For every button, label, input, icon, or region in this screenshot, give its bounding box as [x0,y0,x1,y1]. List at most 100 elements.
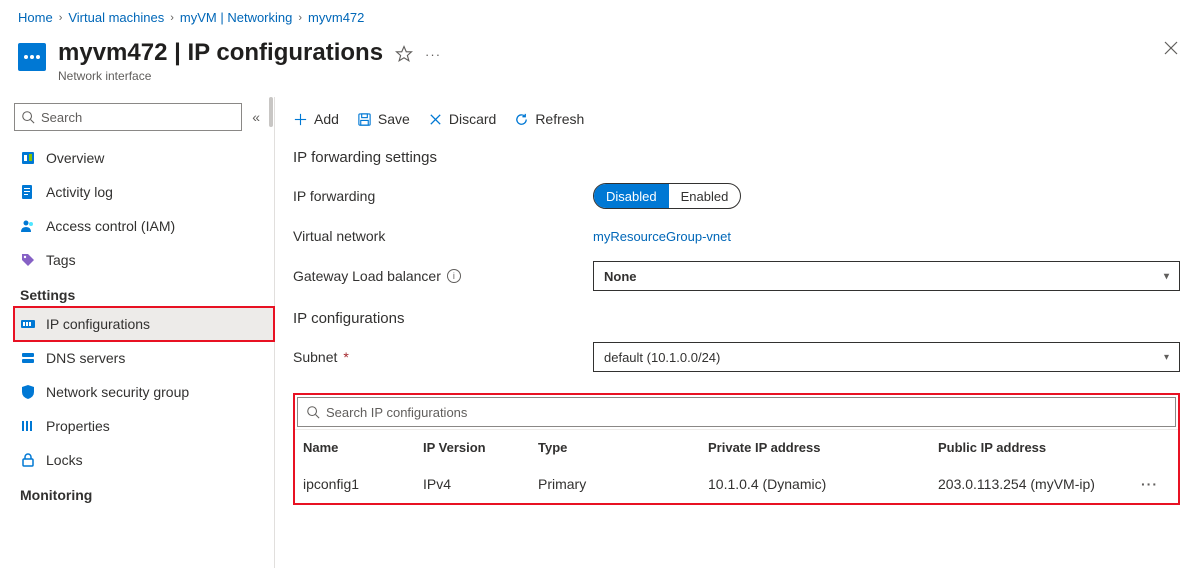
label-text: Gateway Load balancer [293,268,441,284]
breadcrumb-networking[interactable]: myVM | Networking [180,10,292,25]
required-indicator: * [343,349,348,365]
plus-icon [293,112,308,127]
ip-forwarding-toggle[interactable]: Disabled Enabled [593,183,741,209]
th-name[interactable]: Name [303,440,423,455]
lock-icon [20,452,36,468]
sidebar-item-ip-configurations[interactable]: IP configurations [14,307,274,341]
sidebar-item-label: Overview [46,150,104,166]
sidebar-section-settings: Settings [14,277,274,307]
sidebar: Search « Overview Activity log Access co… [0,97,275,568]
button-label: Add [314,111,339,127]
th-public-ip[interactable]: Public IP address [938,440,1118,455]
sidebar-scrollbar[interactable] [268,97,274,568]
sidebar-section-monitoring: Monitoring [14,477,274,507]
cell-type: Primary [538,476,708,492]
cell-ip-version: IPv4 [423,476,538,492]
section-ip-forwarding: IP forwarding settings [293,149,1180,166]
th-private-ip[interactable]: Private IP address [708,440,938,455]
chevron-right-icon: › [59,12,63,24]
discard-icon [428,112,443,127]
sidebar-item-activity-log[interactable]: Activity log [14,175,274,209]
refresh-icon [514,112,529,127]
sidebar-item-tags[interactable]: Tags [14,243,274,277]
search-icon [21,110,35,124]
breadcrumb: Home › Virtual machines › myVM | Network… [0,0,1200,31]
page-title: myvm472 | IP configurations [58,39,383,67]
button-label: Save [378,111,410,127]
more-button[interactable]: ··· [425,47,441,62]
access-control-icon [20,218,36,234]
chevron-down-icon: ▾ [1164,271,1169,282]
sidebar-search[interactable]: Search [14,103,242,131]
chevron-down-icon: ▾ [1164,352,1169,363]
chevron-right-icon: › [298,12,302,24]
select-value: None [604,269,637,284]
toggle-enabled[interactable]: Enabled [669,184,741,208]
th-type[interactable]: Type [538,440,708,455]
label-subnet: Subnet * [293,349,593,365]
sidebar-item-access-control[interactable]: Access control (IAM) [14,209,274,243]
main-content: Add Save Discard Refresh IP fo [275,97,1200,568]
close-button[interactable] [1164,41,1178,55]
breadcrumb-current: myvm472 [308,10,364,25]
add-button[interactable]: Add [293,111,339,127]
favorite-button[interactable] [395,45,413,63]
search-icon [306,405,320,419]
toolbar: Add Save Discard Refresh [293,97,1180,141]
row-more-button[interactable]: ··· [1118,476,1158,492]
cell-name: ipconfig1 [303,476,423,492]
chevron-right-icon: › [170,12,174,24]
table-search[interactable]: Search IP configurations [297,397,1176,427]
sidebar-item-label: Tags [46,252,76,268]
sidebar-item-nsg[interactable]: Network security group [14,375,274,409]
cell-public-ip: 203.0.113.254 (myVM-ip) [938,476,1118,492]
dns-icon [20,350,36,366]
sidebar-item-label: IP configurations [46,316,150,332]
virtual-network-link[interactable]: myResourceGroup-vnet [593,229,731,244]
tags-icon [20,252,36,268]
select-value: default (10.1.0.0/24) [604,350,720,365]
subnet-select[interactable]: default (10.1.0.0/24) ▾ [593,342,1180,372]
th-ip-version[interactable]: IP Version [423,440,538,455]
properties-icon [20,418,36,434]
sidebar-item-label: Network security group [46,384,189,400]
breadcrumb-home[interactable]: Home [18,10,53,25]
label-ip-forwarding: IP forwarding [293,188,593,204]
resource-icon [18,43,46,71]
button-label: Refresh [535,111,584,127]
info-icon[interactable]: i [447,269,461,283]
sidebar-item-label: Access control (IAM) [46,218,175,234]
cell-private-ip: 10.1.0.4 (Dynamic) [708,476,938,492]
sidebar-item-label: Activity log [46,184,113,200]
sidebar-item-label: Locks [46,452,83,468]
table-search-placeholder: Search IP configurations [326,405,467,420]
breadcrumb-vms[interactable]: Virtual machines [68,10,164,25]
save-button[interactable]: Save [357,111,410,127]
overview-icon [20,150,36,166]
sidebar-item-dns-servers[interactable]: DNS servers [14,341,274,375]
sidebar-item-overview[interactable]: Overview [14,141,274,175]
label-virtual-network: Virtual network [293,228,593,244]
table-row[interactable]: ipconfig1 IPv4 Primary 10.1.0.4 (Dynamic… [295,465,1178,503]
ip-config-icon [20,316,36,332]
activity-log-icon [20,184,36,200]
sidebar-item-locks[interactable]: Locks [14,443,274,477]
ip-configurations-table: Search IP configurations Name IP Version… [293,393,1180,505]
sidebar-item-properties[interactable]: Properties [14,409,274,443]
label-gateway-lb: Gateway Load balancer i [293,268,593,284]
close-icon [1164,41,1178,55]
sidebar-collapse-button[interactable]: « [248,109,264,125]
discard-button[interactable]: Discard [428,111,496,127]
label-text: Subnet [293,349,337,365]
refresh-button[interactable]: Refresh [514,111,584,127]
button-label: Discard [449,111,496,127]
toggle-disabled[interactable]: Disabled [594,184,669,208]
sidebar-item-label: Properties [46,418,110,434]
gateway-lb-select[interactable]: None ▾ [593,261,1180,291]
star-icon [395,45,413,63]
page-subtitle: Network interface [58,69,383,83]
sidebar-item-label: DNS servers [46,350,125,366]
sidebar-search-placeholder: Search [41,110,82,125]
table-header: Name IP Version Type Private IP address … [295,429,1178,465]
save-icon [357,112,372,127]
